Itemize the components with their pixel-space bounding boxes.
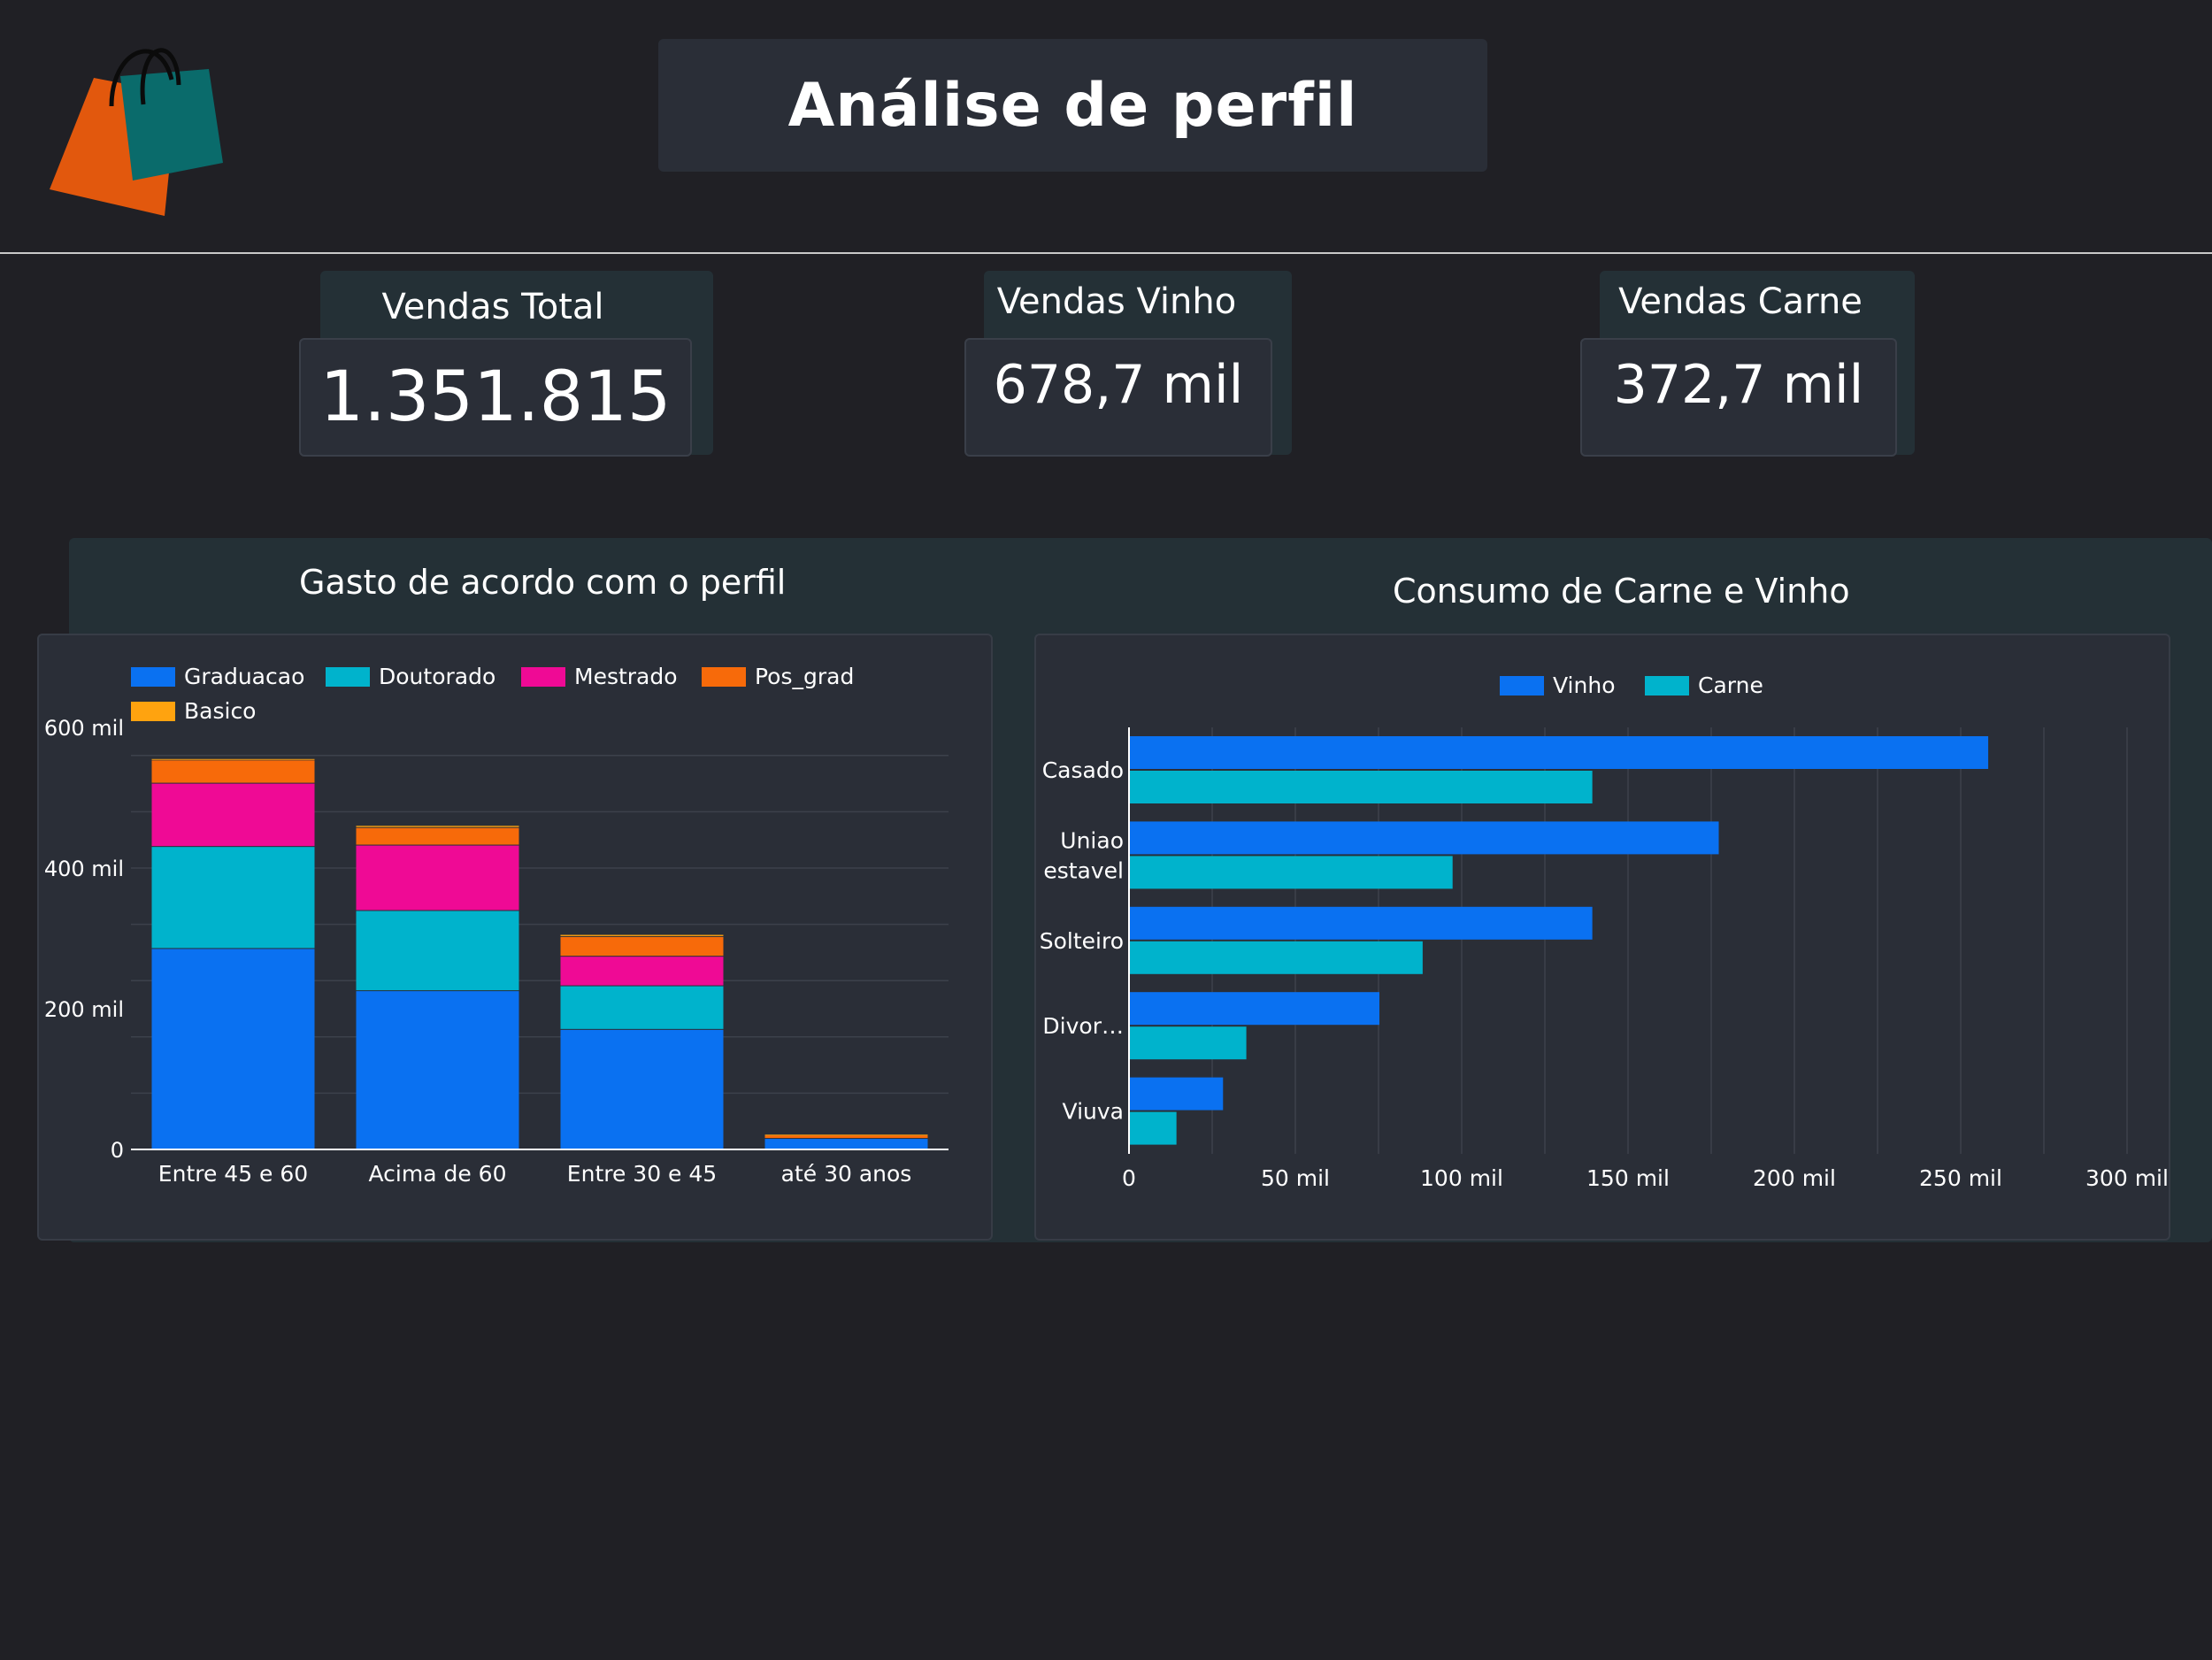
bar-casado-vinho [1130, 736, 1989, 769]
x-tick-label: 50 mil [1261, 1165, 1330, 1191]
y-tick-label: Solteiro [1040, 928, 1124, 954]
bar-viuva-carne [1130, 1111, 1177, 1145]
legend-label-graduacao: Graduacao [184, 664, 304, 689]
x-tick-label: Entre 30 e 45 [567, 1161, 717, 1187]
bar-acima-de-60-graduacao [356, 991, 519, 1149]
x-tick-label: até 30 anos [781, 1161, 912, 1187]
legend-swatch-graduacao [131, 667, 175, 687]
bar-casado-carne [1130, 771, 1593, 803]
legend-swatch-mestrado [521, 667, 565, 687]
chart-1-title: Gasto de acordo com o perfil [299, 563, 787, 602]
bar-entre-30-e-45-doutorado [560, 986, 724, 1029]
x-tick-label: 0 [1122, 1165, 1136, 1191]
y-tick-label: 600 mil [44, 716, 124, 741]
legend-label-vinho: Vinho [1553, 672, 1615, 698]
shopping-bags-logo [44, 32, 230, 227]
legend-label-basico: Basico [184, 698, 256, 724]
bar-entre-45-e-60-pos-grad [151, 760, 315, 783]
bar-entre-45-e-60-basico [151, 758, 315, 760]
bar-acima-de-60-pos-grad [356, 827, 519, 845]
bar-entre-45-e-60-doutorado [151, 847, 315, 949]
bar-entre-45-e-60-graduacao [151, 949, 315, 1149]
bar-entre-30-e-45-pos-grad [560, 936, 724, 957]
teal-bag-icon [120, 69, 223, 181]
x-tick-label: 300 mil [2085, 1165, 2169, 1191]
kpi-carne-value-box: 372,7 mil [1580, 338, 1897, 457]
legend-swatch-pos-grad [702, 667, 746, 687]
page-title: Análise de perfil [787, 70, 1358, 141]
x-tick-label: Acima de 60 [369, 1161, 507, 1187]
x-tick-label: Entre 45 e 60 [158, 1161, 308, 1187]
bar-entre-45-e-60-mestrado [151, 783, 315, 847]
kpi-vinho-value: 678,7 mil [993, 354, 1244, 416]
bar-divor-carne [1130, 1026, 1247, 1060]
legend-swatch-vinho [1500, 676, 1544, 696]
stacked-bar-chart: Graduacao Doutorado Mestrado Pos_grad Basico… [44, 664, 949, 1187]
legend-swatch-basico [131, 702, 175, 721]
y-tick-label: 400 mil [44, 857, 124, 881]
bar-acima-de-60-doutorado [356, 911, 519, 991]
bar-viuva-vinho [1130, 1077, 1224, 1111]
bar-entre-30-e-45-mestrado [560, 957, 724, 986]
kpi-total-value: 1.351.815 [319, 357, 672, 437]
bar-entre-30-e-45-graduacao [560, 1029, 724, 1149]
y-tick-label: Uniao estavel [1043, 827, 1124, 883]
bar-uniao-estavel-vinho [1130, 821, 1719, 855]
kpi-carne-label: Vendas Carne [1618, 281, 1863, 322]
kpi-vinho-value-box: 678,7 mil [964, 338, 1272, 457]
kpi-vinho-label: Vendas Vinho [996, 281, 1237, 322]
page-title-box: Análise de perfil [658, 39, 1487, 172]
y-tick-label: Divor… [1042, 1013, 1124, 1039]
chart-2-title: Consumo de Carne e Vinho [1393, 572, 1850, 611]
y-tick-label: Viuva [1063, 1099, 1124, 1125]
bar-at-30-anos-graduacao [764, 1139, 928, 1149]
bar-at-30-anos-basico [764, 1134, 928, 1136]
bar-divor-vinho [1130, 992, 1379, 1026]
kpi-total-label: Vendas Total [381, 287, 604, 327]
bar-solteiro-carne [1130, 941, 1423, 974]
y-tick-label: 200 mil [44, 997, 124, 1022]
x-tick-label: 250 mil [1919, 1165, 2002, 1191]
horizontal-bar-chart: Vinho Carne 0 50 mil 100 mil 150 mil 200 mil 25… [1040, 672, 2169, 1191]
bar-uniao-estavel-carne [1130, 856, 1453, 889]
y-tick-label: 0 [111, 1138, 124, 1163]
legend-label-doutorado: Doutorado [379, 664, 495, 689]
legend-label-carne: Carne [1698, 672, 1763, 698]
y-tick-label: Casado [1042, 757, 1124, 783]
kpi-total-value-box: 1.351.815 [299, 338, 692, 457]
bar-acima-de-60-mestrado [356, 845, 519, 911]
x-tick-label: 200 mil [1753, 1165, 1836, 1191]
legend-label-pos-grad: Pos_grad [755, 664, 854, 689]
legend-swatch-doutorado [326, 667, 370, 687]
x-tick-label: 100 mil [1420, 1165, 1503, 1191]
bar-entre-30-e-45-basico [560, 934, 724, 936]
kpi-carne-value: 372,7 mil [1613, 354, 1864, 416]
header-divider [0, 252, 2212, 254]
bar-solteiro-vinho [1130, 906, 1593, 940]
legend-swatch-carne [1645, 676, 1689, 696]
bar-at-30-anos-pos-grad [764, 1135, 928, 1139]
x-tick-label: 150 mil [1586, 1165, 1670, 1191]
legend-label-mestrado: Mestrado [574, 664, 678, 689]
